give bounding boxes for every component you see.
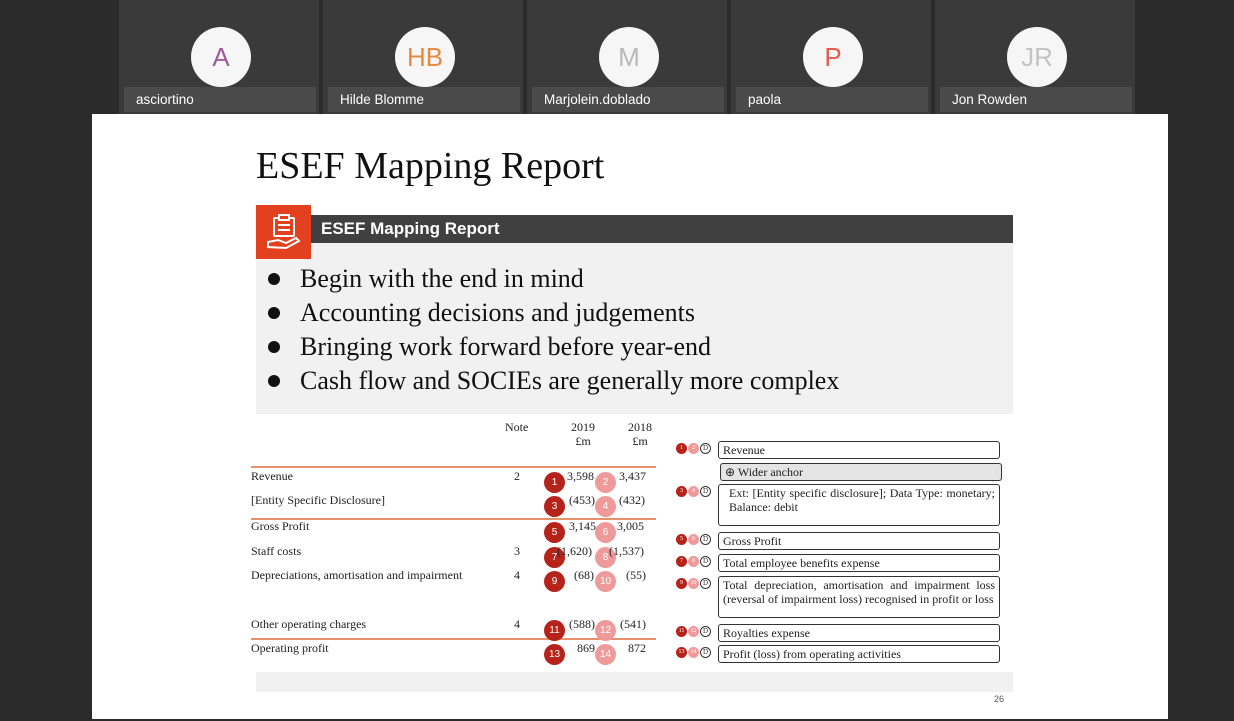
mapping-badge: 3 xyxy=(544,496,565,517)
year-2018-header: 2018 £m xyxy=(628,420,652,448)
participant-tile[interactable]: HB Hilde Blomme xyxy=(323,0,523,114)
table-row-note: 2 xyxy=(514,469,520,483)
section-banner: ESEF Mapping Report xyxy=(311,215,1013,243)
participant-name: asciortino xyxy=(124,87,316,112)
mapping-badge: 12 xyxy=(595,620,616,641)
tag-box[interactable]: Profit (loss) from operating activities xyxy=(718,645,1000,663)
bullet-list: Begin with the end in mind Accounting de… xyxy=(268,262,839,398)
tag-box[interactable]: Revenue xyxy=(718,441,1000,459)
tag-box[interactable]: Ext: [Entity specific disclosure]; Data … xyxy=(718,484,1000,526)
mapping-badge: 1 xyxy=(544,472,565,493)
table-row-note: 3 xyxy=(514,544,520,558)
value-2018: 3,005 xyxy=(617,519,644,533)
bullet-text: Cash flow and SOCIEs are generally more … xyxy=(300,366,840,395)
row-rule xyxy=(251,466,656,468)
tag-badges: 9 10 D xyxy=(676,578,711,589)
table-row-label: Other operating charges xyxy=(251,617,367,631)
avatar: HB xyxy=(395,27,455,87)
tag-box[interactable]: Royalties expense xyxy=(718,624,1000,642)
bullet-dot xyxy=(268,307,280,319)
value-2019: (453) xyxy=(569,493,595,507)
value-2019: (588) xyxy=(569,617,595,631)
table-row-label: Depreciations, amortisation and impairme… xyxy=(251,568,463,582)
bullet-text: Begin with the end in mind xyxy=(300,264,584,293)
mapping-badge: 4 xyxy=(595,496,616,517)
mapping-badge: 6 xyxy=(595,522,616,543)
slide-number: 26 xyxy=(994,694,1005,704)
anchor-icon: ⊕ xyxy=(725,465,738,479)
bullet-item: Accounting decisions and judgements xyxy=(268,296,839,330)
mapping-badge: 11 xyxy=(544,620,565,641)
value-2019: (1,620) xyxy=(557,544,592,558)
table-row-label: [Entity Specific Disclosure] xyxy=(251,493,385,507)
table-row-label: Revenue xyxy=(251,469,293,483)
tag-box[interactable]: Gross Profit xyxy=(718,532,1000,550)
mapping-badge: 14 xyxy=(595,644,616,665)
value-2019: 3,145 xyxy=(569,519,596,533)
participant-name: paola xyxy=(736,87,928,112)
value-2019: 3,598 xyxy=(567,469,594,483)
value-2019: 869 xyxy=(577,641,595,655)
participant-tile[interactable]: JR Jon Rowden xyxy=(935,0,1135,114)
avatar: M xyxy=(599,27,659,87)
shared-slide: ESEF Mapping Report ESEF Mapping Report … xyxy=(92,114,1168,719)
year-2019-header: 2019 £m xyxy=(571,420,595,448)
bullet-dot xyxy=(268,273,280,285)
mapping-badge: 13 xyxy=(544,644,565,665)
value-2018: (541) xyxy=(620,617,646,631)
mapping-badge: 5 xyxy=(544,522,565,543)
bullet-dot xyxy=(268,341,280,353)
tag-badges: 56D xyxy=(676,534,711,545)
row-rule xyxy=(251,638,656,640)
wider-anchor-box[interactable]: ⊕ Wider anchor xyxy=(720,463,1002,481)
table-row-label: Gross Profit xyxy=(251,519,310,533)
footer-panel xyxy=(256,672,1013,692)
participant-name: Hilde Blomme xyxy=(328,87,520,112)
clipboard-hand-icon xyxy=(256,205,311,259)
tag-badges: 78D xyxy=(676,556,711,567)
mapping-badge: 2 xyxy=(595,472,616,493)
participant-strip: A asciortino HB Hilde Blomme M Marjolein… xyxy=(119,0,1140,114)
participant-tile[interactable]: P paola xyxy=(731,0,931,114)
note-header: Note xyxy=(505,420,529,434)
participant-tile[interactable]: M Marjolein.doblado xyxy=(527,0,727,114)
table-row-label: Staff costs xyxy=(251,544,302,558)
participant-name: Marjolein.doblado xyxy=(532,87,724,112)
income-statement: Note 2019 £m 2018 £m Revenue 2 1 3,598 2 3… xyxy=(251,414,656,674)
tag-badges: 12D xyxy=(676,443,711,454)
table-row-note: 4 xyxy=(514,568,520,582)
tag-badges: 11 12 D xyxy=(676,626,711,637)
mapping-badge: 9 xyxy=(544,571,565,592)
bullet-item: Begin with the end in mind xyxy=(268,262,839,296)
value-2018: (1,537) xyxy=(609,544,644,558)
participant-tile[interactable]: A asciortino xyxy=(119,0,319,114)
tag-badges: 13 14 D xyxy=(676,647,711,658)
bullet-text: Bringing work forward before year-end xyxy=(300,332,711,361)
value-2018: 3,437 xyxy=(619,469,646,483)
value-2019: (68) xyxy=(574,568,594,582)
avatar: P xyxy=(803,27,863,87)
avatar: A xyxy=(191,27,251,87)
value-2018: (55) xyxy=(626,568,646,582)
mapping-badge: 10 xyxy=(595,571,616,592)
table-row-label: Operating profit xyxy=(251,641,329,655)
tag-box[interactable]: Total employee benefits expense xyxy=(718,554,1000,572)
bullet-dot xyxy=(268,375,280,387)
avatar: JR xyxy=(1007,27,1067,87)
value-2018: 872 xyxy=(628,641,646,655)
bullet-item: Cash flow and SOCIEs are generally more … xyxy=(268,364,839,398)
participant-name: Jon Rowden xyxy=(940,87,1132,112)
tag-badges: 34D xyxy=(676,486,711,497)
bullet-text: Accounting decisions and judgements xyxy=(300,298,695,327)
tag-box[interactable]: Total depreciation, amortisation and imp… xyxy=(718,576,1000,618)
slide-title: ESEF Mapping Report xyxy=(256,145,605,187)
table-row-note: 4 xyxy=(514,617,520,631)
bullet-item: Bringing work forward before year-end xyxy=(268,330,839,364)
value-2018: (432) xyxy=(619,493,645,507)
tag-mapping-list: 12D Revenue ⊕ Wider anchor 34D Ext: [Ent… xyxy=(676,436,1006,676)
